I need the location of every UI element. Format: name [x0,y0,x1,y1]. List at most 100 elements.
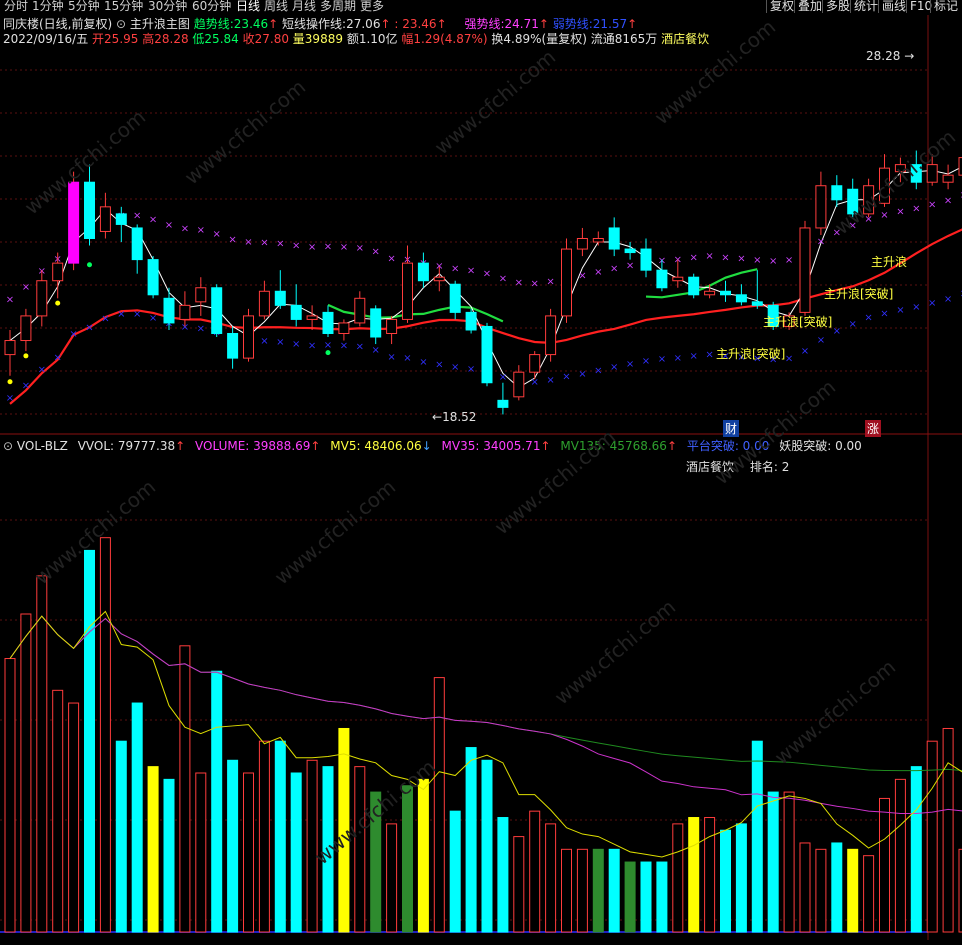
weak-marker: × [785,354,793,365]
weak-marker: × [260,336,268,347]
period-tab[interactable]: 60分钟 [192,0,231,14]
weak-marker: × [133,309,141,320]
candle-body [84,181,95,239]
weak-marker: × [403,353,411,364]
candle-body [561,248,572,317]
strong-marker: × [197,225,205,236]
candle-body [52,262,64,282]
strong-marker: × [546,277,554,288]
toolbar-button-4[interactable]: 画线 [878,0,909,13]
volume-bar [258,740,270,933]
toolbar-button-1[interactable]: 叠加 [794,0,825,13]
indicator-switch-icon[interactable]: ⊙ [3,439,13,453]
period-tab[interactable]: 1分钟 [32,0,64,14]
candle-body [688,276,700,296]
weak-marker: × [817,335,825,346]
period-tab[interactable]: 日线 [236,0,260,14]
candle-body [211,287,223,334]
mv35-value: MV35: 34005.71 [441,439,541,453]
period-tab[interactable]: 5分钟 [68,0,100,14]
up-arrow-icon: ↑ [627,17,638,31]
candle-body [497,399,509,408]
period-tab[interactable]: 分时 [4,0,28,14]
weak-marker: × [594,366,602,377]
volume-bar [84,549,95,933]
volume-bar [720,829,731,933]
event-cai-badge[interactable]: 财 [723,420,740,437]
vol-indicator-name[interactable]: VOL-BLZ [17,439,68,453]
period-tab[interactable]: 更多 [360,0,384,14]
indicator-name[interactable]: 主升浪主图 [130,17,190,31]
candle-body [592,238,604,243]
weak-marker: × [38,365,46,376]
strong-marker: × [880,210,888,221]
strong-marker: × [356,243,364,254]
strong-marker: × [467,265,475,276]
toolbar-button-3[interactable]: 统计 [850,0,881,13]
strong-marker: × [483,268,491,279]
volume-bar [179,645,191,933]
weak-marker: × [372,345,380,356]
period-tab[interactable]: 月线 [292,0,316,14]
volume-bar [592,848,604,933]
candle-body [370,308,382,338]
volume-bar [561,848,572,933]
strong-marker: × [531,279,539,290]
strong-marker: × [276,239,284,250]
volume-bar [115,740,127,933]
volume-bar [163,778,175,933]
weak-marker: × [896,305,904,316]
volume-bar [354,766,366,933]
volume-bar [195,772,207,933]
weak-marker: × [149,313,157,324]
toolbar-button-2[interactable]: 多股 [822,0,853,13]
volume-bar [751,740,763,933]
strong-marker: × [292,240,300,251]
candle-body [258,290,270,317]
candle-body [640,248,652,271]
strong-marker: × [499,273,507,284]
candle-body [704,290,716,296]
strong-marker: × [769,256,777,267]
trend-label: 趋势线: [193,17,234,31]
short-label: 短线操作线: [282,17,347,31]
weak-marker: × [499,372,507,383]
candle-body [36,280,48,317]
candle-body [624,248,636,254]
toolbar-button-0[interactable]: 复权 [766,0,797,13]
volume-bar [147,766,159,933]
arrow-right-icon: → [904,49,915,63]
candle-body [290,304,302,320]
strong-marker: × [324,242,332,253]
candle-body [322,311,334,334]
rank-value: 2 [781,460,790,474]
period-tab[interactable]: 15分钟 [104,0,143,14]
quote-float: 流通8165万 [590,32,658,46]
period-tab[interactable]: 30分钟 [148,0,187,14]
quote-sector[interactable]: 酒店餐饮 [661,32,709,46]
volume-bar [433,677,445,933]
volume-bar [576,848,588,933]
strong-marker: × [610,264,618,275]
candle-body [815,185,827,229]
weak-marker: × [54,352,62,363]
strong-marker: × [6,294,14,305]
volume-bar [99,537,111,933]
strong-marker: × [149,214,157,225]
period-tab[interactable]: 周线 [264,0,288,14]
volume-bar [497,817,509,933]
candle-body [672,276,684,282]
period-tab[interactable]: 多周期 [320,0,356,14]
strong-marker: × [690,252,698,263]
toolbar-button-6[interactable]: 标记 [930,0,961,13]
signal-label: 主升浪[突破] [716,347,786,361]
weak-label: 弱势线: [552,17,593,31]
volume-bar [688,817,700,933]
candle-body [513,371,525,398]
candle-body [608,227,620,250]
volume-value: VOLUME: 39888.69 [195,439,311,453]
candle-body [449,283,461,313]
indicator-switch-icon[interactable]: ⊙ [116,17,126,31]
event-zhang-badge[interactable]: 涨 [865,420,882,437]
strong-marker: × [372,246,380,257]
